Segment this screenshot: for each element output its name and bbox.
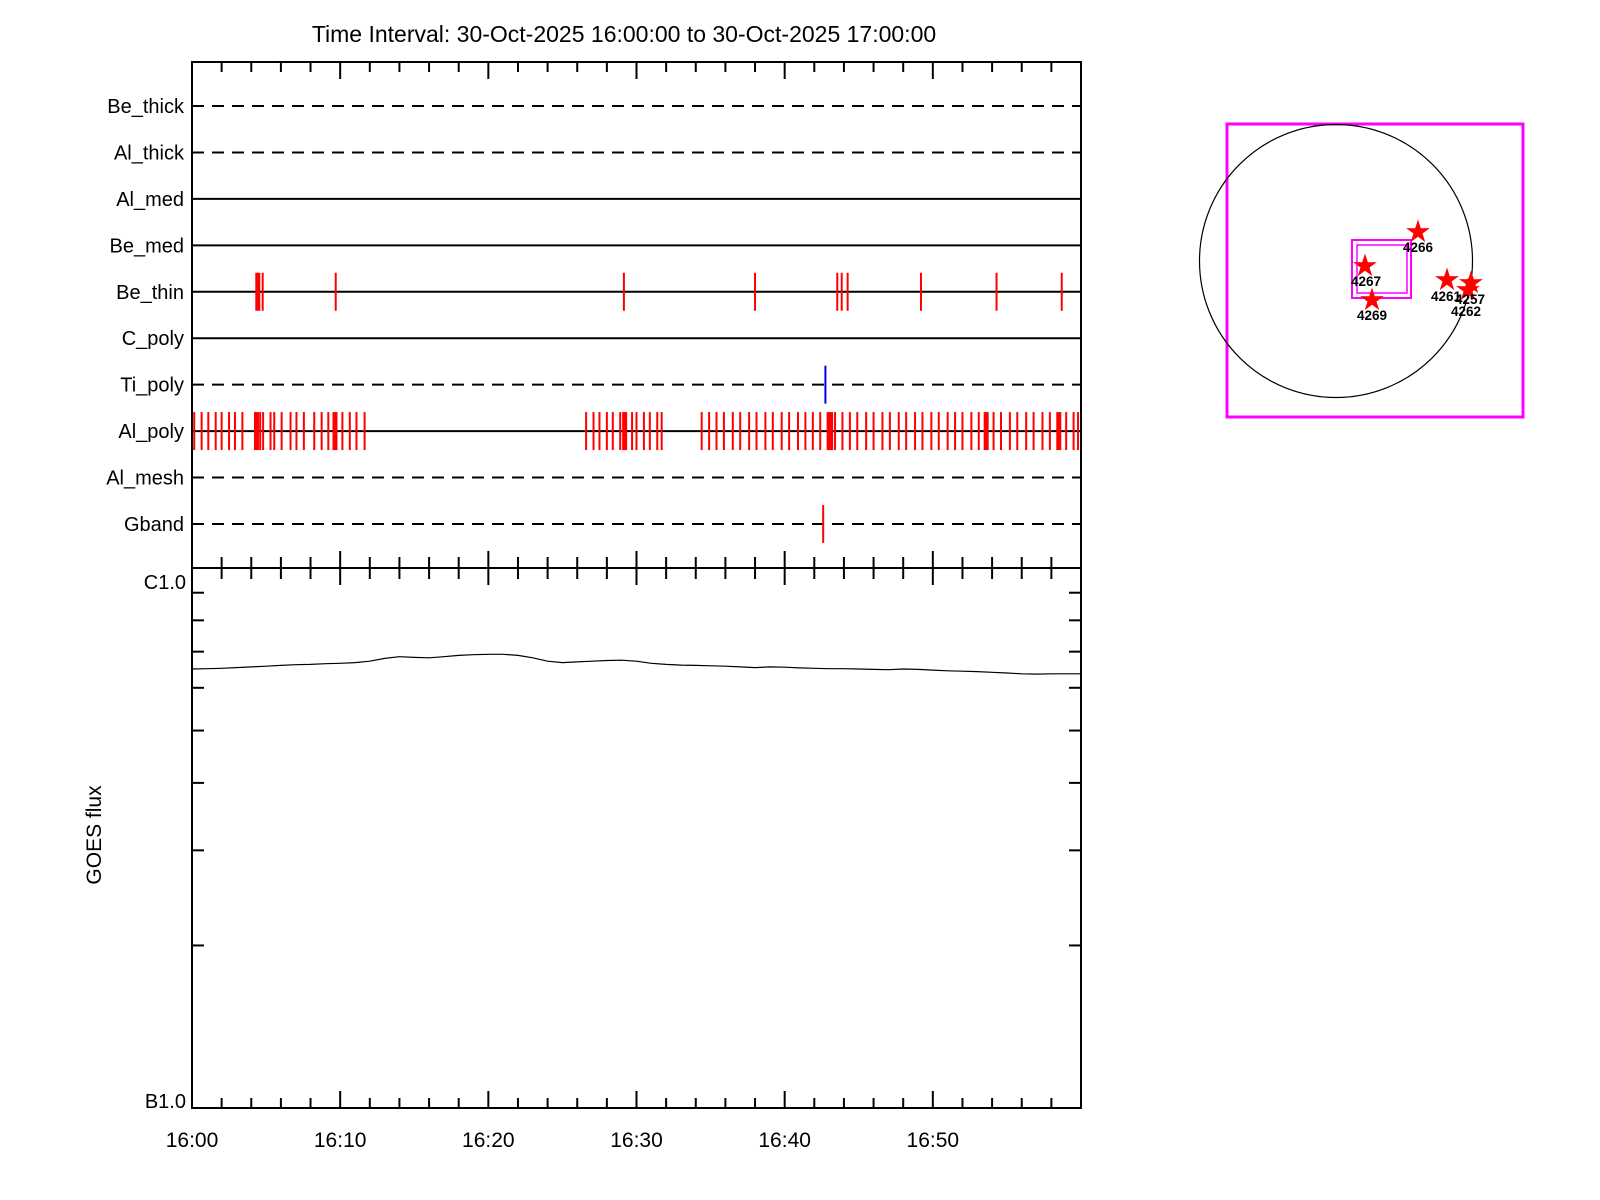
filter-label-gband: Gband <box>124 514 184 536</box>
filter-label-be_med: Be_med <box>110 235 185 257</box>
time-tick-label: 16:50 <box>907 1129 960 1152</box>
goes-panel-frame <box>191 567 1082 1109</box>
goes-y-top-label: C1.0 <box>144 572 186 594</box>
active-region-star-4261 <box>1435 267 1459 291</box>
filter-label-ti_poly: Ti_poly <box>120 375 184 397</box>
time-tick-label: 16:10 <box>314 1129 367 1152</box>
time-tick-label: 16:30 <box>610 1129 663 1152</box>
time-tick-label: 16:00 <box>166 1129 219 1152</box>
goes-flux-curve <box>191 653 1081 675</box>
filter-label-al_mesh: Al_mesh <box>106 468 184 490</box>
active-region-label-4269: 4269 <box>1357 308 1387 323</box>
active-region-star-4266 <box>1406 219 1430 243</box>
filter-label-al_poly: Al_poly <box>118 421 184 443</box>
fov-rect <box>1225 122 1525 419</box>
plot-title: Time Interval: 30-Oct-2025 16:00:00 to 3… <box>312 21 936 47</box>
plot-canvas: Time Interval: 30-Oct-2025 16:00:00 to 3… <box>83 21 1525 1152</box>
filter-label-be_thick: Be_thick <box>107 96 185 118</box>
filter-label-al_med: Al_med <box>116 189 184 211</box>
goes-y-axis-title: GOES flux <box>83 785 106 885</box>
filter-label-be_thin: Be_thin <box>116 282 184 304</box>
active-region-label-4267: 4267 <box>1351 274 1381 289</box>
solar-limb-circle <box>1198 123 1474 399</box>
filter-label-c_poly: C_poly <box>122 328 184 350</box>
time-tick-label: 16:40 <box>758 1129 811 1152</box>
goes-y-bottom-label: B1.0 <box>145 1091 186 1113</box>
time-tick-label: 16:20 <box>462 1129 515 1152</box>
active-region-label-4257: 4257 <box>1455 292 1485 307</box>
active-region-label-4266: 4266 <box>1403 240 1434 255</box>
filter-label-al_thick: Al_thick <box>114 142 185 164</box>
filter-panel-frame <box>191 61 1082 569</box>
